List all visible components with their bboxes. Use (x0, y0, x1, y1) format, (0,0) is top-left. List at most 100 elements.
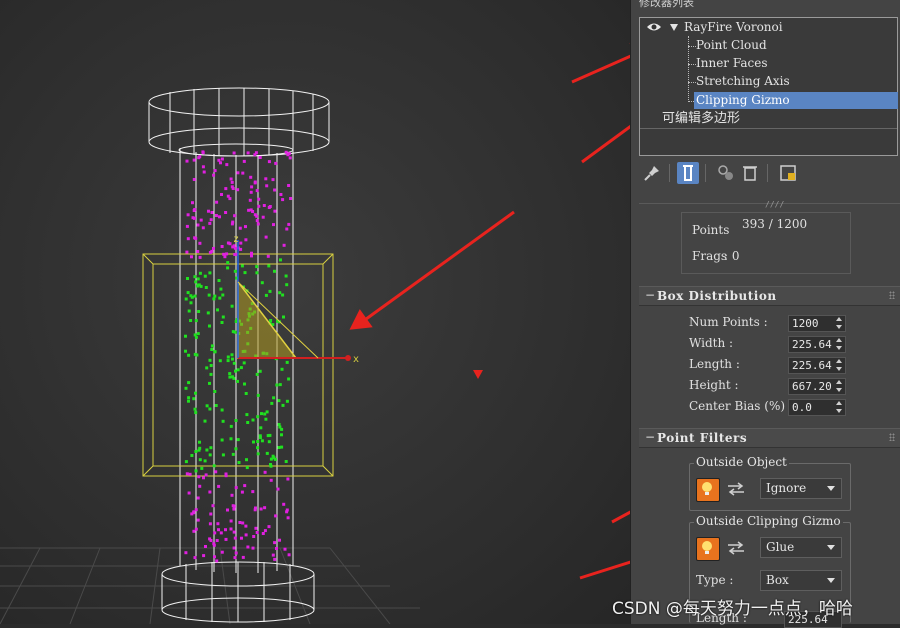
point-mark (224, 472, 228, 476)
point-mark (282, 315, 285, 319)
stack-item-stretching-axis[interactable]: Stretching Axis (696, 73, 790, 90)
point-mark (255, 271, 259, 275)
point-mark (226, 261, 230, 265)
point-mark (264, 177, 268, 181)
point-mark (218, 359, 222, 363)
point-mark (240, 490, 244, 494)
point-mark (201, 165, 205, 169)
configure-modifier-sets-icon[interactable] (777, 162, 799, 184)
point-mark (193, 294, 197, 298)
point-mark (256, 393, 260, 397)
point-mark (220, 245, 224, 248)
point-mark (213, 294, 217, 298)
show-end-result-icon[interactable] (677, 162, 699, 184)
point-mark (244, 524, 248, 528)
drag-handle-icon[interactable] (889, 291, 895, 299)
point-mark (205, 404, 209, 408)
expand-triangle-icon[interactable] (670, 24, 678, 31)
point-mark (204, 473, 208, 477)
point-mark (281, 293, 285, 297)
point-mark (203, 274, 207, 278)
height-label: Height : (689, 378, 739, 392)
point-mark (272, 456, 276, 460)
scene-canvas[interactable]: x z (0, 0, 630, 624)
point-mark (205, 448, 209, 452)
point-mark (208, 381, 211, 385)
point-mark (232, 361, 236, 365)
point-mark (244, 238, 248, 242)
point-mark (194, 319, 198, 323)
light-bulb-toggle[interactable] (696, 478, 720, 502)
viewport-3d[interactable]: x z (0, 0, 630, 624)
rollout-box-distribution[interactable]: − Box Distribution (639, 286, 900, 306)
rollout-point-filters[interactable]: − Point Filters (639, 428, 900, 448)
point-mark (202, 170, 206, 174)
point-mark (188, 472, 192, 476)
stack-item-root[interactable]: RayFire Voronoi (684, 19, 783, 36)
point-mark (233, 214, 237, 218)
point-mark (246, 151, 250, 155)
collapse-icon: − (645, 430, 656, 444)
make-unique-icon[interactable] (715, 162, 737, 184)
height-spinner[interactable]: 667.209 (788, 378, 846, 395)
modifier-stack[interactable]: RayFire Voronoi Point Cloud Inner Faces … (639, 17, 898, 156)
point-mark (255, 265, 259, 269)
stack-item-inner-faces[interactable]: Inner Faces (696, 55, 768, 72)
point-mark (272, 396, 276, 400)
point-mark (278, 383, 282, 387)
point-mark (273, 557, 277, 561)
point-mark (281, 403, 285, 407)
point-mark (208, 537, 212, 541)
point-mark (230, 304, 234, 308)
point-mark (257, 204, 261, 208)
point-mark (285, 510, 289, 514)
point-mark (185, 224, 189, 228)
point-mark (224, 211, 228, 214)
spinner-arrows-icon[interactable] (836, 359, 843, 372)
point-mark (228, 197, 232, 201)
point-mark (208, 522, 212, 526)
point-mark (232, 530, 236, 534)
point-mark (208, 251, 212, 254)
stack-item-point-cloud[interactable]: Point Cloud (696, 37, 767, 54)
modifier-list-title[interactable]: 修改器列表 (639, 0, 900, 9)
point-mark (189, 301, 193, 305)
spinner-arrows-icon[interactable] (836, 338, 843, 351)
stack-item-base-object[interactable]: 可编辑多边形 (662, 110, 740, 127)
point-mark (233, 536, 237, 540)
remove-modifier-icon[interactable] (739, 162, 761, 184)
point-mark (184, 460, 188, 464)
width-spinner[interactable]: 225.645 (788, 336, 846, 353)
eye-icon[interactable] (646, 22, 662, 32)
point-mark (236, 379, 239, 383)
panel-resize-grip[interactable]: //// (639, 200, 900, 210)
point-mark (234, 447, 238, 451)
point-mark (225, 163, 229, 167)
spinner-arrows-icon[interactable] (836, 401, 843, 414)
swap-arrows-icon[interactable] (726, 540, 746, 556)
point-mark (286, 516, 290, 520)
num-points-spinner[interactable]: 1200 (788, 315, 846, 332)
swap-arrows-icon[interactable] (726, 481, 746, 497)
point-mark (197, 156, 201, 160)
point-mark (273, 269, 276, 273)
type-dropdown[interactable]: Box (760, 570, 842, 591)
watermark-text: CSDN @每天努力一点点，哈哈 (612, 599, 853, 619)
point-mark (277, 423, 281, 426)
pin-icon[interactable] (641, 162, 663, 184)
point-mark (280, 433, 283, 437)
point-mark (226, 359, 230, 363)
outside-object-mode-dropdown[interactable]: Ignore (760, 478, 842, 499)
outside-clipping-gizmo-mode-dropdown[interactable]: Glue (760, 537, 842, 558)
point-mark (191, 216, 195, 220)
length-spinner[interactable]: 225.645 (788, 357, 846, 374)
drag-handle-icon[interactable] (889, 433, 895, 441)
annotation-arrows (349, 43, 630, 580)
outside-object-group: Outside Object Ignore (689, 455, 851, 511)
stack-item-clipping-gizmo[interactable]: Clipping Gizmo (694, 92, 898, 109)
light-bulb-toggle[interactable] (696, 537, 720, 561)
point-mark (286, 477, 290, 481)
center-bias-spinner[interactable]: 0.0 (788, 399, 846, 416)
spinner-arrows-icon[interactable] (836, 380, 843, 393)
spinner-arrows-icon[interactable] (836, 317, 843, 330)
